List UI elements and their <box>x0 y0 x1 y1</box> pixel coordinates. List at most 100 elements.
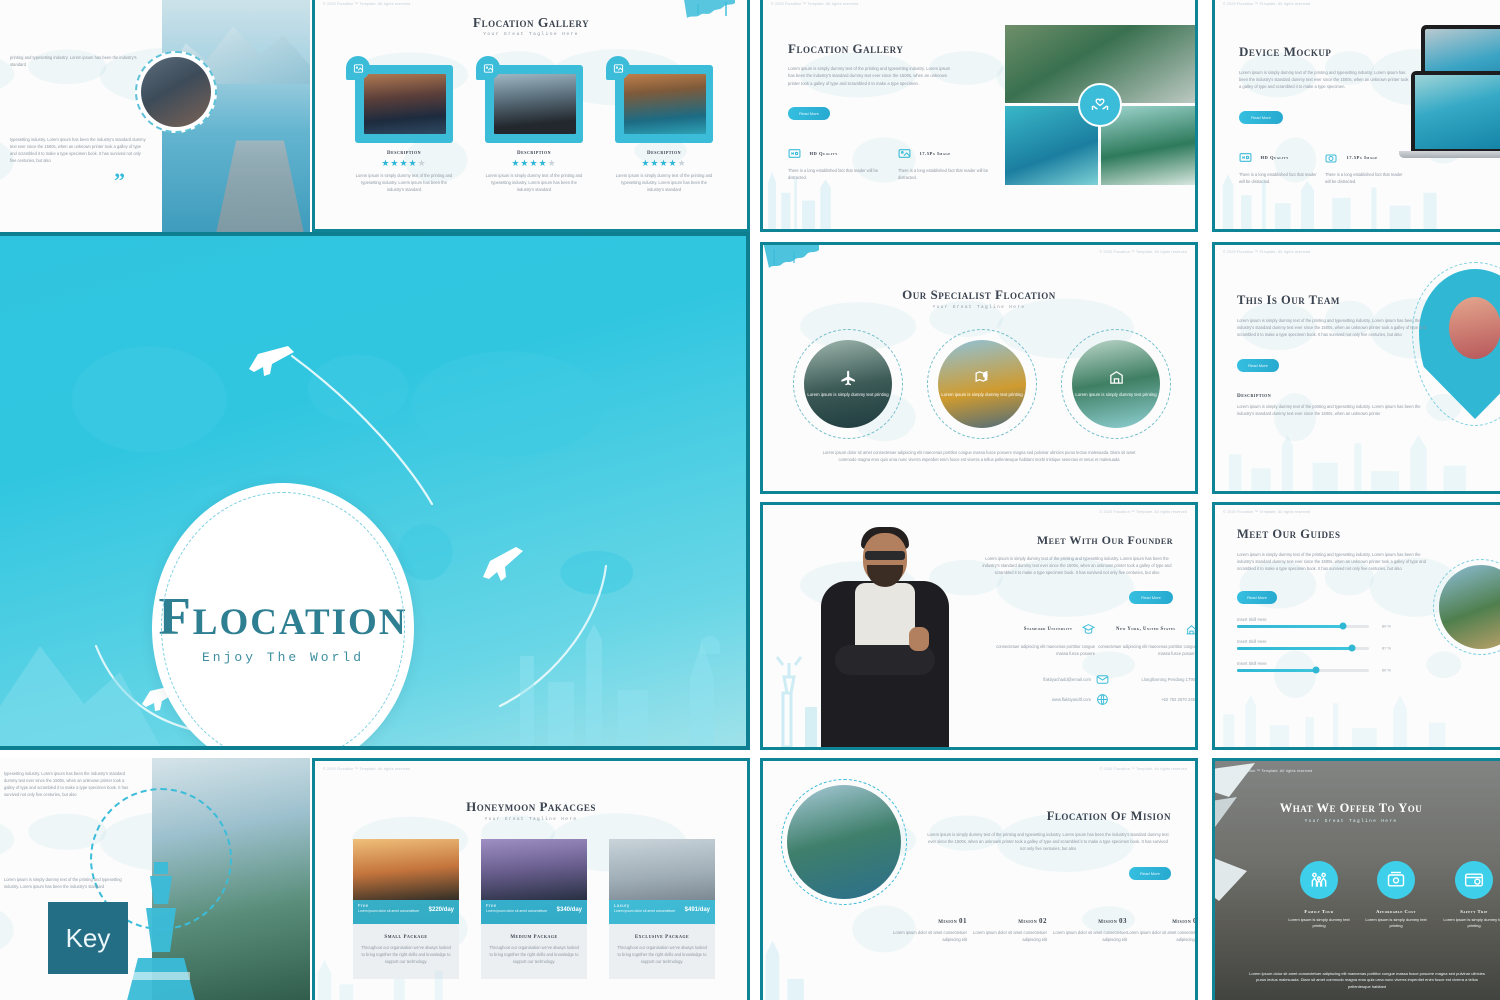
slide-cover[interactable]: All rights reserved Flocation En <box>0 232 750 750</box>
package-body: Medium Package Throughout our organisati… <box>481 924 587 980</box>
skill-track[interactable]: 60 % <box>1237 666 1391 674</box>
package-card[interactable]: Luxury Lorem ipsum dolor sit amet consec… <box>609 839 715 980</box>
read-more-button[interactable]: Read More <box>1237 359 1279 372</box>
family-icon <box>1311 872 1327 887</box>
quote-mark-icon: ” <box>114 168 125 193</box>
map-pin-photo <box>1412 262 1500 426</box>
brand-tagline: Enjoy The World <box>201 650 365 665</box>
mision-item: Mision 04 Lorem ipsum dolor sit amet con… <box>1113 917 1195 943</box>
mision-item-desc: Lorem ipsum dolor sit amet consectetuer … <box>973 930 1047 943</box>
mision-item-label: Mision <box>1172 920 1192 925</box>
camera-icon <box>1325 152 1338 163</box>
slide-gallery-cards[interactable]: © 2020 Flocation ™ Template. All rights … <box>312 0 750 232</box>
page-title: What We Offer To You <box>1279 801 1423 815</box>
mision-item-desc: Lorem ipsum dolor sit amet consectetuer … <box>1127 930 1195 943</box>
package-card[interactable]: Free Lorem ipsum dolor sit amet consecte… <box>353 839 459 980</box>
mision-item: Mision 02 Lorem ipsum dolor sit amet con… <box>959 917 1047 943</box>
slide-honeymoon-canvas: © 2020 Flocation ™ Template. All rights … <box>315 761 747 1000</box>
image-badge-icon <box>476 56 500 80</box>
package-price: $340/day <box>556 907 582 913</box>
slide-founder[interactable]: © 2020 Flocation ™ Template. All rights … <box>760 502 1198 750</box>
skill-label: Insert Skill Here <box>1237 639 1267 644</box>
mision-item-title: Mision 04 <box>1113 917 1195 925</box>
contact-row[interactable]: www.flaktiyandtf.com <box>995 694 1108 705</box>
gallery-card-desc: Lorem ipsum is simply dummy text of the … <box>355 173 453 193</box>
gallery-card-title: Description <box>386 151 421 156</box>
page-footer-text: Lorem ipsum dolor sit amet consectetuer … <box>1249 970 1485 990</box>
specialist-photo: Lorem ipsum is simply dummy text printin… <box>1072 340 1160 428</box>
copyright: © 2020 Flocation ™ Template. All rights … <box>1099 250 1187 254</box>
feature-desc: There is a long established fact that re… <box>788 168 879 181</box>
offer-icon-badge[interactable] <box>1455 861 1493 899</box>
page-title: Flocation Gallery <box>788 41 904 56</box>
slide-team[interactable]: © 2020 Flocation ™ Template. All rights … <box>1212 242 1500 494</box>
contact-title: New York, United States <box>1116 627 1176 633</box>
package-name: Exclusive Package <box>634 935 690 940</box>
avatar <box>135 51 217 133</box>
team-member-avatar <box>1449 297 1500 359</box>
specialist-circle[interactable]: Lorem ipsum is simply dummy text printin… <box>793 329 903 439</box>
quote-text-bottom: Lorem ipsum is simply dummy text of the … <box>4 877 122 890</box>
specialist-circle[interactable]: Lorem ipsum is simply dummy text printin… <box>927 329 1037 439</box>
gallery-card[interactable]: Description ★★★★★ Lorem ipsum is simply … <box>606 56 713 193</box>
copyright: © 2020 Flocation ™ Template. All rights … <box>1225 769 1313 773</box>
slide-guides[interactable]: © 2020 Flocation ™ Template. All rights … <box>1212 502 1500 750</box>
slide-specialist[interactable]: © 2020 Flocation ™ Template. All rights … <box>760 242 1198 494</box>
read-more-button[interactable]: Read More <box>1129 591 1173 604</box>
slide-offer[interactable]: © 2020 Flocation ™ Template. All rights … <box>1212 758 1500 1000</box>
image-badge-icon <box>346 56 370 80</box>
skill-track[interactable]: 80 % <box>1237 622 1391 630</box>
package-card[interactable]: Free Lorem ipsum dolor sit amet consecte… <box>481 839 587 980</box>
gallery-card[interactable]: Description ★★★★★ Lorem ipsum is simply … <box>476 56 583 193</box>
slide-guides-canvas: © 2020 Flocation ™ Template. All rights … <box>1215 505 1500 747</box>
slide-device-mockup[interactable]: © 2020 Flocation ™ Template. All rights … <box>1212 0 1500 232</box>
read-more-button[interactable]: Read More <box>1237 591 1277 604</box>
page-tagline: Your Great Tagline Here <box>932 305 1026 310</box>
package-desc: Throughout our organisation we've always… <box>361 945 451 965</box>
copyright: © 2020 Flocation ™ Template. All rights … <box>771 2 859 6</box>
mision-item-number: 04 <box>1193 917 1195 925</box>
gallery-card[interactable]: Description ★★★★★ Lorem ipsum is simply … <box>346 56 453 193</box>
slide-quote[interactable]: printing and typesetting industry. Lorem… <box>0 0 310 232</box>
slide-quote-bottom[interactable]: typesetting industry. Lorem ipsum has be… <box>0 758 310 1000</box>
skill-bar[interactable]: Insert Skill Here 80 % <box>1237 617 1391 630</box>
skyline-watermark <box>1223 694 1446 747</box>
slide-gallery-cards-canvas: © 2020 Flocation ™ Template. All rights … <box>315 0 747 229</box>
page-title: Meet Our Guides <box>1237 527 1341 541</box>
offer-desc: Lorem ipsum is simply dummy text printin… <box>1288 917 1350 929</box>
skill-label: Insert Skill Here <box>1237 661 1267 666</box>
gallery-card-frame <box>476 56 583 143</box>
contact-row[interactable]: Llongllonrong Pendang 1790 <box>1103 677 1195 682</box>
read-more-button[interactable]: Read More <box>1239 111 1283 124</box>
specialist-circle[interactable]: Lorem ipsum is simply dummy text printin… <box>1061 329 1171 439</box>
section-subtitle: Description <box>1237 393 1272 399</box>
contact-block: New York, United States consectetuer adi… <box>1093 621 1195 657</box>
slide-specialist-canvas: © 2020 Flocation ™ Template. All rights … <box>763 245 1195 491</box>
contact-row[interactable]: +62 752 2670 245 <box>1103 697 1195 702</box>
safety-icon <box>1464 873 1484 887</box>
skill-bar[interactable]: Insert Skill Here 87 % <box>1237 639 1391 652</box>
read-more-button[interactable]: Read More <box>1129 867 1171 880</box>
paint-splash-icon <box>763 245 819 268</box>
offer-icon-badge[interactable] <box>1300 861 1338 899</box>
mision-item-title: Mision 02 <box>959 917 1047 925</box>
gallery-card-image <box>624 74 706 134</box>
contact-row[interactable]: flaktiyachadd@email.com <box>995 675 1109 684</box>
package-image: Luxury Lorem ipsum dolor sit amet consec… <box>609 839 715 924</box>
slide-gallery-split[interactable]: © 2020 Flocation ™ Template. All rights … <box>760 0 1198 232</box>
mision-item-label: Mision <box>938 920 958 925</box>
package-desc: Throughout our organisation we've always… <box>617 945 707 965</box>
slide-mision[interactable]: © 2020 Flocation ™ Template. All rights … <box>760 758 1198 1000</box>
skill-bar[interactable]: Insert Skill Here 60 % <box>1237 661 1391 674</box>
skill-track[interactable]: 87 % <box>1237 644 1391 652</box>
contact-block: Stamford University consectetuer adipisc… <box>985 621 1095 657</box>
feature-title: 17.5Px Image <box>919 151 951 157</box>
offer-desc: Lorem ipsum is simply dummy text printin… <box>1443 917 1500 929</box>
slide-honeymoon[interactable]: © 2020 Flocation ™ Template. All rights … <box>312 758 750 1000</box>
read-more-button[interactable]: Read More <box>788 107 830 120</box>
offer-icon-badge[interactable] <box>1377 861 1415 899</box>
quote-text-top: printing and typesetting industry. Lorem… <box>10 55 137 68</box>
specialist-photo: Lorem ipsum is simply dummy text printin… <box>804 340 892 428</box>
hd-quality-icon <box>1239 152 1252 163</box>
image-badge-icon <box>606 56 630 80</box>
